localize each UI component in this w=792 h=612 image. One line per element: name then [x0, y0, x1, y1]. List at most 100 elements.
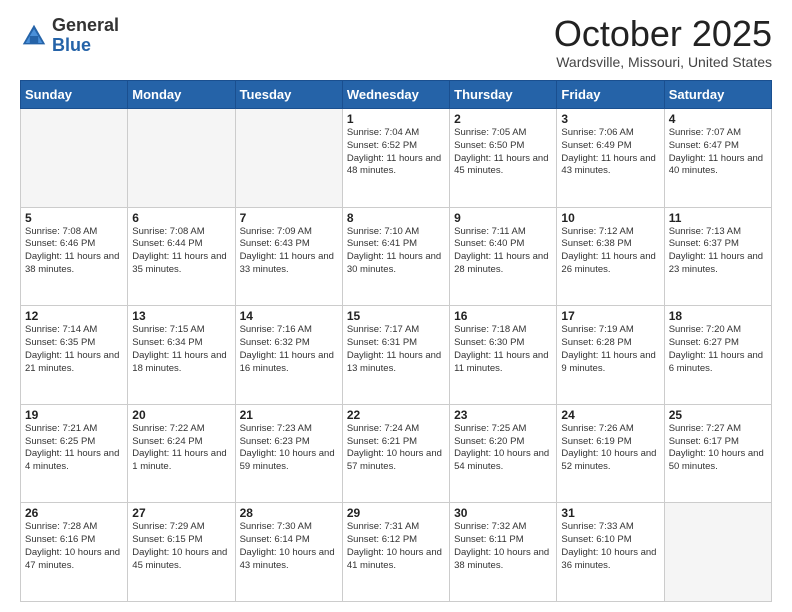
day-number: 13	[132, 309, 230, 323]
day-number: 21	[240, 408, 338, 422]
day-info: Sunrise: 7:04 AM Sunset: 6:52 PM Dayligh…	[347, 127, 445, 178]
day-info: Sunrise: 7:31 AM Sunset: 6:12 PM Dayligh…	[347, 521, 445, 572]
calendar-day-cell: 31Sunrise: 7:33 AM Sunset: 6:10 PM Dayli…	[557, 503, 664, 602]
day-number: 1	[347, 112, 445, 126]
title-block: October 2025 Wardsville, Missouri, Unite…	[554, 16, 772, 70]
calendar-day-cell: 17Sunrise: 7:19 AM Sunset: 6:28 PM Dayli…	[557, 306, 664, 405]
day-info: Sunrise: 7:07 AM Sunset: 6:47 PM Dayligh…	[669, 127, 767, 178]
day-number: 29	[347, 506, 445, 520]
day-number: 10	[561, 211, 659, 225]
day-number: 22	[347, 408, 445, 422]
day-info: Sunrise: 7:17 AM Sunset: 6:31 PM Dayligh…	[347, 324, 445, 375]
calendar-week-row: 1Sunrise: 7:04 AM Sunset: 6:52 PM Daylig…	[21, 109, 772, 208]
calendar-day-cell: 13Sunrise: 7:15 AM Sunset: 6:34 PM Dayli…	[128, 306, 235, 405]
logo-general-text: General	[52, 15, 119, 35]
day-number: 26	[25, 506, 123, 520]
calendar-day-cell: 3Sunrise: 7:06 AM Sunset: 6:49 PM Daylig…	[557, 109, 664, 208]
day-number: 12	[25, 309, 123, 323]
header: General Blue October 2025 Wardsville, Mi…	[20, 16, 772, 70]
day-number: 5	[25, 211, 123, 225]
day-number: 30	[454, 506, 552, 520]
location-subtitle: Wardsville, Missouri, United States	[554, 54, 772, 70]
calendar-day-cell: 8Sunrise: 7:10 AM Sunset: 6:41 PM Daylig…	[342, 207, 449, 306]
calendar-day-cell	[664, 503, 771, 602]
calendar-day-cell: 9Sunrise: 7:11 AM Sunset: 6:40 PM Daylig…	[450, 207, 557, 306]
calendar-week-row: 19Sunrise: 7:21 AM Sunset: 6:25 PM Dayli…	[21, 404, 772, 503]
day-number: 23	[454, 408, 552, 422]
calendar-day-cell: 2Sunrise: 7:05 AM Sunset: 6:50 PM Daylig…	[450, 109, 557, 208]
day-number: 4	[669, 112, 767, 126]
day-info: Sunrise: 7:28 AM Sunset: 6:16 PM Dayligh…	[25, 521, 123, 572]
day-number: 6	[132, 211, 230, 225]
calendar-day-cell: 29Sunrise: 7:31 AM Sunset: 6:12 PM Dayli…	[342, 503, 449, 602]
day-info: Sunrise: 7:22 AM Sunset: 6:24 PM Dayligh…	[132, 423, 230, 474]
day-info: Sunrise: 7:29 AM Sunset: 6:15 PM Dayligh…	[132, 521, 230, 572]
calendar-day-cell: 19Sunrise: 7:21 AM Sunset: 6:25 PM Dayli…	[21, 404, 128, 503]
calendar-day-cell	[21, 109, 128, 208]
day-info: Sunrise: 7:12 AM Sunset: 6:38 PM Dayligh…	[561, 226, 659, 277]
day-info: Sunrise: 7:30 AM Sunset: 6:14 PM Dayligh…	[240, 521, 338, 572]
calendar-day-header: Sunday	[21, 81, 128, 109]
day-number: 18	[669, 309, 767, 323]
calendar-day-cell: 30Sunrise: 7:32 AM Sunset: 6:11 PM Dayli…	[450, 503, 557, 602]
calendar-day-cell: 10Sunrise: 7:12 AM Sunset: 6:38 PM Dayli…	[557, 207, 664, 306]
calendar-day-cell	[235, 109, 342, 208]
calendar-table: SundayMondayTuesdayWednesdayThursdayFrid…	[20, 80, 772, 602]
calendar-week-row: 26Sunrise: 7:28 AM Sunset: 6:16 PM Dayli…	[21, 503, 772, 602]
day-info: Sunrise: 7:11 AM Sunset: 6:40 PM Dayligh…	[454, 226, 552, 277]
day-info: Sunrise: 7:19 AM Sunset: 6:28 PM Dayligh…	[561, 324, 659, 375]
calendar-day-cell: 22Sunrise: 7:24 AM Sunset: 6:21 PM Dayli…	[342, 404, 449, 503]
calendar-week-row: 12Sunrise: 7:14 AM Sunset: 6:35 PM Dayli…	[21, 306, 772, 405]
calendar-day-header: Wednesday	[342, 81, 449, 109]
day-info: Sunrise: 7:05 AM Sunset: 6:50 PM Dayligh…	[454, 127, 552, 178]
calendar-day-header: Monday	[128, 81, 235, 109]
calendar-day-cell: 4Sunrise: 7:07 AM Sunset: 6:47 PM Daylig…	[664, 109, 771, 208]
day-number: 15	[347, 309, 445, 323]
day-info: Sunrise: 7:26 AM Sunset: 6:19 PM Dayligh…	[561, 423, 659, 474]
calendar-day-cell: 12Sunrise: 7:14 AM Sunset: 6:35 PM Dayli…	[21, 306, 128, 405]
calendar-day-cell: 6Sunrise: 7:08 AM Sunset: 6:44 PM Daylig…	[128, 207, 235, 306]
day-info: Sunrise: 7:15 AM Sunset: 6:34 PM Dayligh…	[132, 324, 230, 375]
calendar-day-header: Tuesday	[235, 81, 342, 109]
day-number: 3	[561, 112, 659, 126]
calendar-header-row: SundayMondayTuesdayWednesdayThursdayFrid…	[21, 81, 772, 109]
day-info: Sunrise: 7:25 AM Sunset: 6:20 PM Dayligh…	[454, 423, 552, 474]
day-info: Sunrise: 7:10 AM Sunset: 6:41 PM Dayligh…	[347, 226, 445, 277]
month-title: October 2025	[554, 16, 772, 52]
calendar-day-cell: 28Sunrise: 7:30 AM Sunset: 6:14 PM Dayli…	[235, 503, 342, 602]
calendar-day-cell: 21Sunrise: 7:23 AM Sunset: 6:23 PM Dayli…	[235, 404, 342, 503]
day-info: Sunrise: 7:06 AM Sunset: 6:49 PM Dayligh…	[561, 127, 659, 178]
day-info: Sunrise: 7:18 AM Sunset: 6:30 PM Dayligh…	[454, 324, 552, 375]
day-info: Sunrise: 7:20 AM Sunset: 6:27 PM Dayligh…	[669, 324, 767, 375]
logo-text: General Blue	[52, 16, 119, 56]
day-number: 19	[25, 408, 123, 422]
calendar-day-cell: 11Sunrise: 7:13 AM Sunset: 6:37 PM Dayli…	[664, 207, 771, 306]
day-number: 11	[669, 211, 767, 225]
day-info: Sunrise: 7:32 AM Sunset: 6:11 PM Dayligh…	[454, 521, 552, 572]
day-info: Sunrise: 7:09 AM Sunset: 6:43 PM Dayligh…	[240, 226, 338, 277]
calendar-day-cell: 5Sunrise: 7:08 AM Sunset: 6:46 PM Daylig…	[21, 207, 128, 306]
calendar-day-cell: 24Sunrise: 7:26 AM Sunset: 6:19 PM Dayli…	[557, 404, 664, 503]
day-number: 24	[561, 408, 659, 422]
logo: General Blue	[20, 16, 119, 56]
day-number: 14	[240, 309, 338, 323]
calendar-day-cell: 1Sunrise: 7:04 AM Sunset: 6:52 PM Daylig…	[342, 109, 449, 208]
page: General Blue October 2025 Wardsville, Mi…	[0, 0, 792, 612]
day-number: 25	[669, 408, 767, 422]
day-number: 17	[561, 309, 659, 323]
day-number: 8	[347, 211, 445, 225]
day-info: Sunrise: 7:24 AM Sunset: 6:21 PM Dayligh…	[347, 423, 445, 474]
logo-blue-text: Blue	[52, 35, 91, 55]
day-number: 28	[240, 506, 338, 520]
calendar-day-cell: 27Sunrise: 7:29 AM Sunset: 6:15 PM Dayli…	[128, 503, 235, 602]
day-info: Sunrise: 7:27 AM Sunset: 6:17 PM Dayligh…	[669, 423, 767, 474]
calendar-day-cell: 14Sunrise: 7:16 AM Sunset: 6:32 PM Dayli…	[235, 306, 342, 405]
day-info: Sunrise: 7:33 AM Sunset: 6:10 PM Dayligh…	[561, 521, 659, 572]
day-info: Sunrise: 7:13 AM Sunset: 6:37 PM Dayligh…	[669, 226, 767, 277]
calendar-day-cell: 18Sunrise: 7:20 AM Sunset: 6:27 PM Dayli…	[664, 306, 771, 405]
calendar-day-cell: 16Sunrise: 7:18 AM Sunset: 6:30 PM Dayli…	[450, 306, 557, 405]
day-number: 27	[132, 506, 230, 520]
day-info: Sunrise: 7:23 AM Sunset: 6:23 PM Dayligh…	[240, 423, 338, 474]
calendar-day-cell: 20Sunrise: 7:22 AM Sunset: 6:24 PM Dayli…	[128, 404, 235, 503]
calendar-day-cell: 26Sunrise: 7:28 AM Sunset: 6:16 PM Dayli…	[21, 503, 128, 602]
